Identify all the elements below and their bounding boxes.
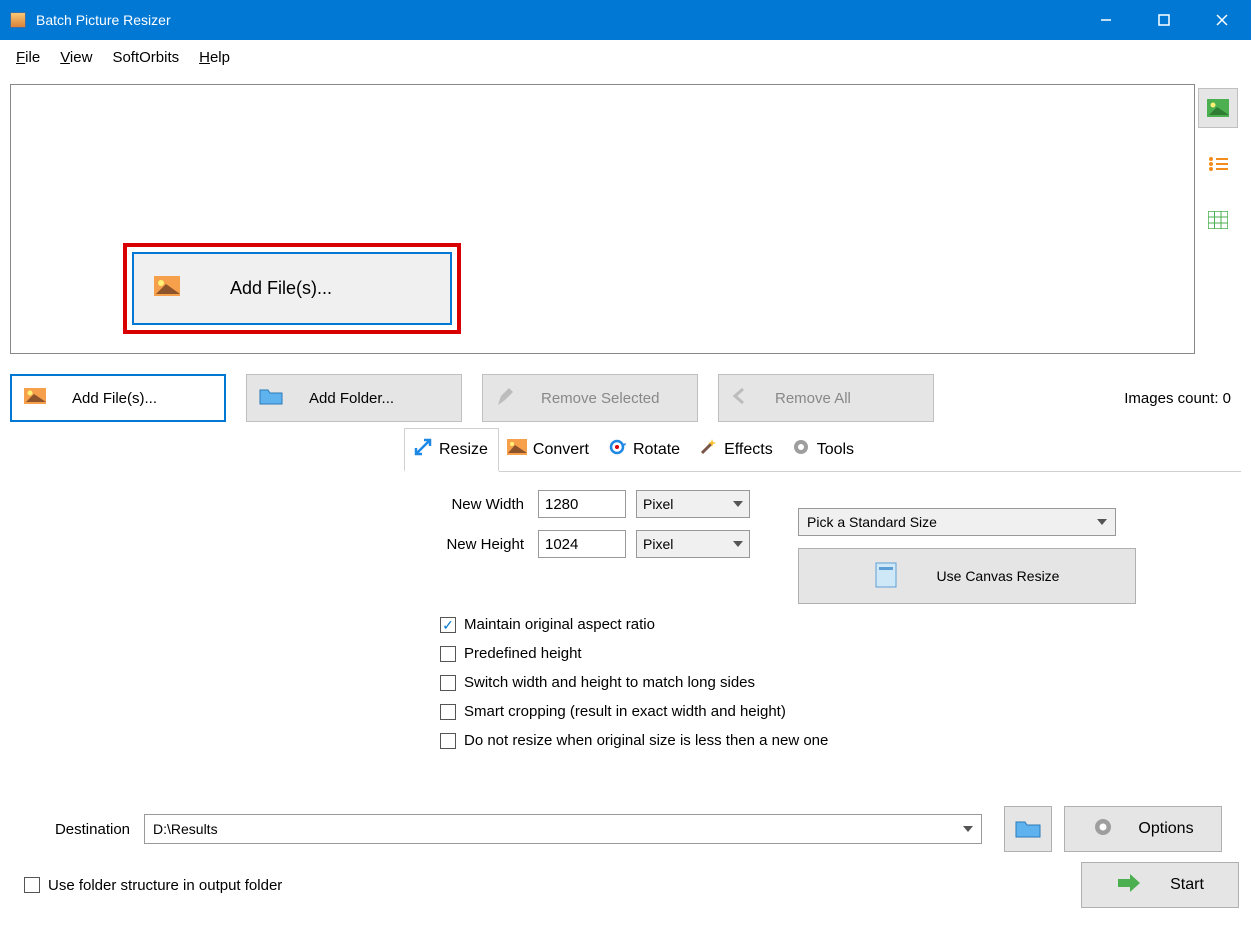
checkbox-icon: [440, 617, 456, 633]
tab-tools-label: Tools: [817, 441, 854, 459]
lower-left-blank: [10, 426, 404, 767]
app-icon: [10, 12, 26, 28]
options-label: Options: [1138, 820, 1193, 838]
menu-file[interactable]: File: [6, 45, 50, 70]
picture-icon: [154, 276, 180, 301]
add-file-label: Add File(s)...: [72, 390, 157, 407]
checkbox-aspect-label: Maintain original aspect ratio: [464, 616, 655, 633]
add-file-big-button[interactable]: Add File(s)...: [132, 252, 452, 325]
width-input[interactable]: [538, 490, 626, 518]
preview-area: Add File(s)...: [10, 84, 1195, 354]
checkbox-switch[interactable]: Switch width and height to match long si…: [440, 674, 1227, 691]
minimize-button[interactable]: [1077, 0, 1135, 40]
checkbox-folder-structure[interactable]: Use folder structure in output folder: [24, 877, 282, 894]
add-file-button[interactable]: Add File(s)...: [10, 374, 226, 422]
checkbox-switch-label: Switch width and height to match long si…: [464, 674, 755, 691]
checkbox-icon: [440, 733, 456, 749]
chevron-down-icon: [963, 826, 973, 832]
tab-convert-label: Convert: [533, 441, 589, 459]
chevron-down-icon: [1097, 519, 1107, 525]
resize-icon: [413, 437, 433, 462]
standard-size-select[interactable]: Pick a Standard Size: [798, 508, 1116, 536]
height-input[interactable]: [538, 530, 626, 558]
add-file-big-label: Add File(s)...: [230, 278, 332, 299]
checkbox-crop-label: Smart cropping (result in exact width an…: [464, 703, 786, 720]
play-icon: [1116, 873, 1142, 898]
checkbox-folder-structure-label: Use folder structure in output folder: [48, 877, 282, 894]
tab-tools[interactable]: Tools: [783, 428, 864, 471]
checkbox-predef[interactable]: Predefined height: [440, 645, 1227, 662]
width-unit-label: Pixel: [643, 496, 673, 512]
rotate-icon: [607, 437, 627, 462]
tab-effects-label: Effects: [724, 441, 773, 459]
view-grid-button[interactable]: [1198, 200, 1238, 240]
height-unit-select[interactable]: Pixel: [636, 530, 750, 558]
menubar: File View SoftOrbits Help: [0, 40, 1251, 74]
gear-icon: [1092, 816, 1114, 843]
close-button[interactable]: [1193, 0, 1251, 40]
images-count: Images count: 0: [1124, 390, 1241, 407]
checkbox-noresize-label: Do not resize when original size is less…: [464, 732, 828, 749]
wand-icon: [698, 437, 718, 462]
view-list-button[interactable]: [1198, 144, 1238, 184]
tab-rotate-label: Rotate: [633, 441, 680, 459]
options-button[interactable]: Options: [1064, 806, 1222, 852]
add-folder-label: Add Folder...: [309, 390, 394, 407]
canvas-icon: [875, 562, 897, 591]
remove-all-label: Remove All: [775, 390, 851, 407]
height-unit-label: Pixel: [643, 536, 673, 552]
checkbox-crop[interactable]: Smart cropping (result in exact width an…: [440, 703, 1227, 720]
add-folder-button[interactable]: Add Folder...: [246, 374, 462, 422]
tab-resize-label: Resize: [439, 441, 488, 459]
tab-rotate[interactable]: Rotate: [599, 428, 690, 471]
checkbox-icon: [440, 675, 456, 691]
destination-label: Destination: [12, 821, 144, 838]
footer: Destination D:\Results Options Use folde…: [0, 806, 1251, 918]
app-title: Batch Picture Resizer: [36, 12, 1077, 28]
checkbox-aspect[interactable]: Maintain original aspect ratio: [440, 616, 1227, 633]
checkbox-icon: [24, 877, 40, 893]
checkbox-predef-label: Predefined height: [464, 645, 582, 662]
canvas-resize-label: Use Canvas Resize: [937, 568, 1060, 584]
tab-convert[interactable]: Convert: [499, 428, 599, 471]
canvas-resize-button[interactable]: Use Canvas Resize: [798, 548, 1136, 604]
chevron-down-icon: [733, 501, 743, 507]
folder-icon: [259, 387, 283, 409]
checkbox-icon: [440, 704, 456, 720]
new-height-label: New Height: [418, 536, 538, 553]
titlebar: Batch Picture Resizer: [0, 0, 1251, 40]
view-thumbnails-button[interactable]: [1198, 88, 1238, 128]
destination-value: D:\Results: [153, 821, 218, 837]
start-label: Start: [1170, 876, 1204, 894]
width-unit-select[interactable]: Pixel: [636, 490, 750, 518]
picture-icon: [507, 439, 527, 460]
menu-view[interactable]: View: [50, 45, 102, 70]
picture-icon: [24, 388, 46, 408]
remove-all-button[interactable]: Remove All: [718, 374, 934, 422]
tab-effects[interactable]: Effects: [690, 428, 783, 471]
maximize-button[interactable]: [1135, 0, 1193, 40]
remove-selected-label: Remove Selected: [541, 390, 659, 407]
chevron-down-icon: [733, 541, 743, 547]
destination-combobox[interactable]: D:\Results: [144, 814, 982, 844]
menu-softorbits[interactable]: SoftOrbits: [102, 45, 189, 70]
start-button[interactable]: Start: [1081, 862, 1239, 908]
toolbar: Add File(s)... Add Folder... Remove Sele…: [0, 374, 1251, 422]
menu-help[interactable]: Help: [189, 45, 240, 70]
checkbox-icon: [440, 646, 456, 662]
back-arrow-icon: [731, 387, 749, 409]
broom-icon: [495, 386, 515, 410]
tabs: Resize Convert Rotate Effects Tools: [404, 428, 1241, 472]
view-icons-strip: [1195, 84, 1241, 354]
tab-resize[interactable]: Resize: [404, 428, 499, 472]
new-width-label: New Width: [418, 496, 538, 513]
checkbox-noresize[interactable]: Do not resize when original size is less…: [440, 732, 1227, 749]
remove-selected-button[interactable]: Remove Selected: [482, 374, 698, 422]
resize-panel: New Width Pixel New Height Pixel Pick a …: [404, 472, 1241, 767]
gear-icon: [791, 437, 811, 462]
browse-button[interactable]: [1004, 806, 1052, 852]
standard-size-label: Pick a Standard Size: [807, 514, 937, 530]
addfile-highlight: Add File(s)...: [123, 243, 461, 334]
